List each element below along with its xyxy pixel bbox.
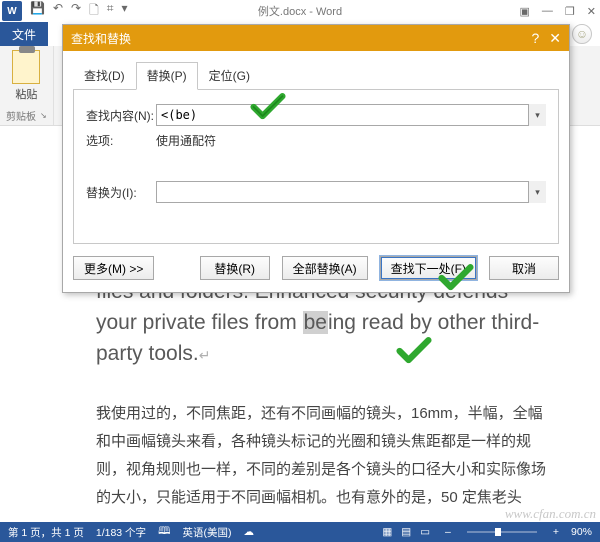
document-title: 例文.docx - Word	[258, 3, 342, 19]
paste-label: 粘贴	[15, 86, 37, 102]
search-highlight: be	[303, 311, 328, 334]
status-page[interactable]: 第 1 页，共 1 页	[8, 525, 84, 540]
new-doc-icon[interactable]: 🗋	[89, 1, 99, 22]
restore-icon[interactable]: ❐	[565, 5, 575, 18]
replace-with-input[interactable]	[156, 181, 546, 203]
group-launcher-icon[interactable]: ↘	[40, 111, 47, 120]
find-what-label: 查找内容(N):	[86, 107, 156, 124]
zoom-in-icon[interactable]: +	[553, 526, 559, 538]
find-what-input[interactable]	[156, 104, 546, 126]
pilcrow-icon: ↵	[199, 347, 211, 363]
print-layout-icon[interactable]: ▤	[401, 526, 411, 538]
web-layout-icon[interactable]: ▭	[420, 526, 430, 538]
paste-button[interactable]: 粘贴	[12, 50, 40, 102]
ime-icon[interactable]: ☁	[243, 526, 254, 538]
zoom-slider[interactable]	[467, 531, 537, 533]
options-label: 选项:	[86, 132, 156, 149]
close-icon[interactable]: ✕	[587, 5, 596, 18]
clipboard-group: 粘贴 剪贴板 ↘	[0, 46, 54, 125]
view-buttons: ▦ ▤ ▭	[379, 526, 433, 538]
replace-button[interactable]: 替换(R)	[200, 256, 270, 280]
undo-icon[interactable]: ↶	[53, 1, 63, 22]
redo-icon[interactable]: ↷	[71, 1, 81, 22]
replace-with-label: 替换为(I):	[86, 184, 156, 201]
qat-dropdown-icon[interactable]: ▾	[122, 1, 128, 22]
feedback-smiley-icon[interactable]: ☺	[572, 24, 592, 44]
dialog-title-text: 查找和替换	[71, 30, 131, 47]
find-dropdown-icon[interactable]: ▾	[528, 104, 546, 126]
replace-tabpage: 查找内容(N): ▾ 选项: 使用通配符 替换为(I): ▾	[73, 90, 559, 244]
table-icon[interactable]: ⌗	[107, 1, 114, 22]
proofing-icon[interactable]: 🕮	[158, 523, 170, 541]
more-button[interactable]: 更多(M) >>	[73, 256, 154, 280]
tab-goto[interactable]: 定位(G)	[198, 62, 261, 90]
replace-all-button[interactable]: 全部替换(A)	[282, 256, 368, 280]
title-bar: W 💾 ↶ ↷ 🗋 ⌗ ▾ 例文.docx - Word ▣ — ❐ ✕	[0, 0, 600, 22]
clipboard-caption: 剪贴板	[6, 108, 36, 123]
status-bar: 第 1 页，共 1 页 1/183 个字 🕮 英语(美国) ☁ ▦ ▤ ▭ – …	[0, 522, 600, 542]
quick-access-toolbar: 💾 ↶ ↷ 🗋 ⌗ ▾	[30, 1, 128, 22]
dialog-tabs: 查找(D) 替换(P) 定位(G)	[73, 61, 559, 90]
save-icon[interactable]: 💾	[30, 1, 45, 22]
find-next-button[interactable]: 查找下一处(F)	[380, 256, 477, 280]
zoom-out-icon[interactable]: –	[445, 526, 451, 538]
file-tab[interactable]: 文件	[0, 22, 48, 46]
app-icon: W	[2, 1, 22, 21]
paste-icon	[12, 50, 40, 84]
tab-find[interactable]: 查找(D)	[73, 62, 136, 90]
status-language[interactable]: 英语(美国)	[182, 525, 231, 540]
para2: 我使用过的，不同焦距，还有不同画幅的镜头，16mm，半幅，全幅和中画幅镜头来看，…	[96, 400, 552, 512]
dialog-help-icon[interactable]: ?	[531, 30, 539, 47]
replace-dropdown-icon[interactable]: ▾	[528, 181, 546, 203]
find-replace-dialog: 查找和替换 ? ✕ 查找(D) 替换(P) 定位(G) 查找内容(N): ▾ 选…	[62, 24, 570, 293]
read-mode-icon[interactable]: ▦	[382, 526, 392, 538]
document-text: files and folders. Enhanced security def…	[96, 276, 552, 512]
zoom-value[interactable]: 90%	[571, 526, 592, 538]
window-controls: ▣ — ❐ ✕	[520, 5, 597, 18]
watermark: www.cfan.com.cn	[505, 506, 596, 522]
tab-replace[interactable]: 替换(P)	[136, 62, 198, 90]
dialog-close-icon[interactable]: ✕	[549, 30, 561, 47]
dialog-titlebar[interactable]: 查找和替换 ? ✕	[63, 25, 569, 51]
options-value: 使用通配符	[156, 132, 216, 149]
status-word-count[interactable]: 1/183 个字	[96, 525, 146, 540]
minimize-icon[interactable]: —	[542, 5, 553, 18]
ribbon-options-icon[interactable]: ▣	[520, 5, 530, 18]
cancel-button[interactable]: 取消	[489, 256, 559, 280]
